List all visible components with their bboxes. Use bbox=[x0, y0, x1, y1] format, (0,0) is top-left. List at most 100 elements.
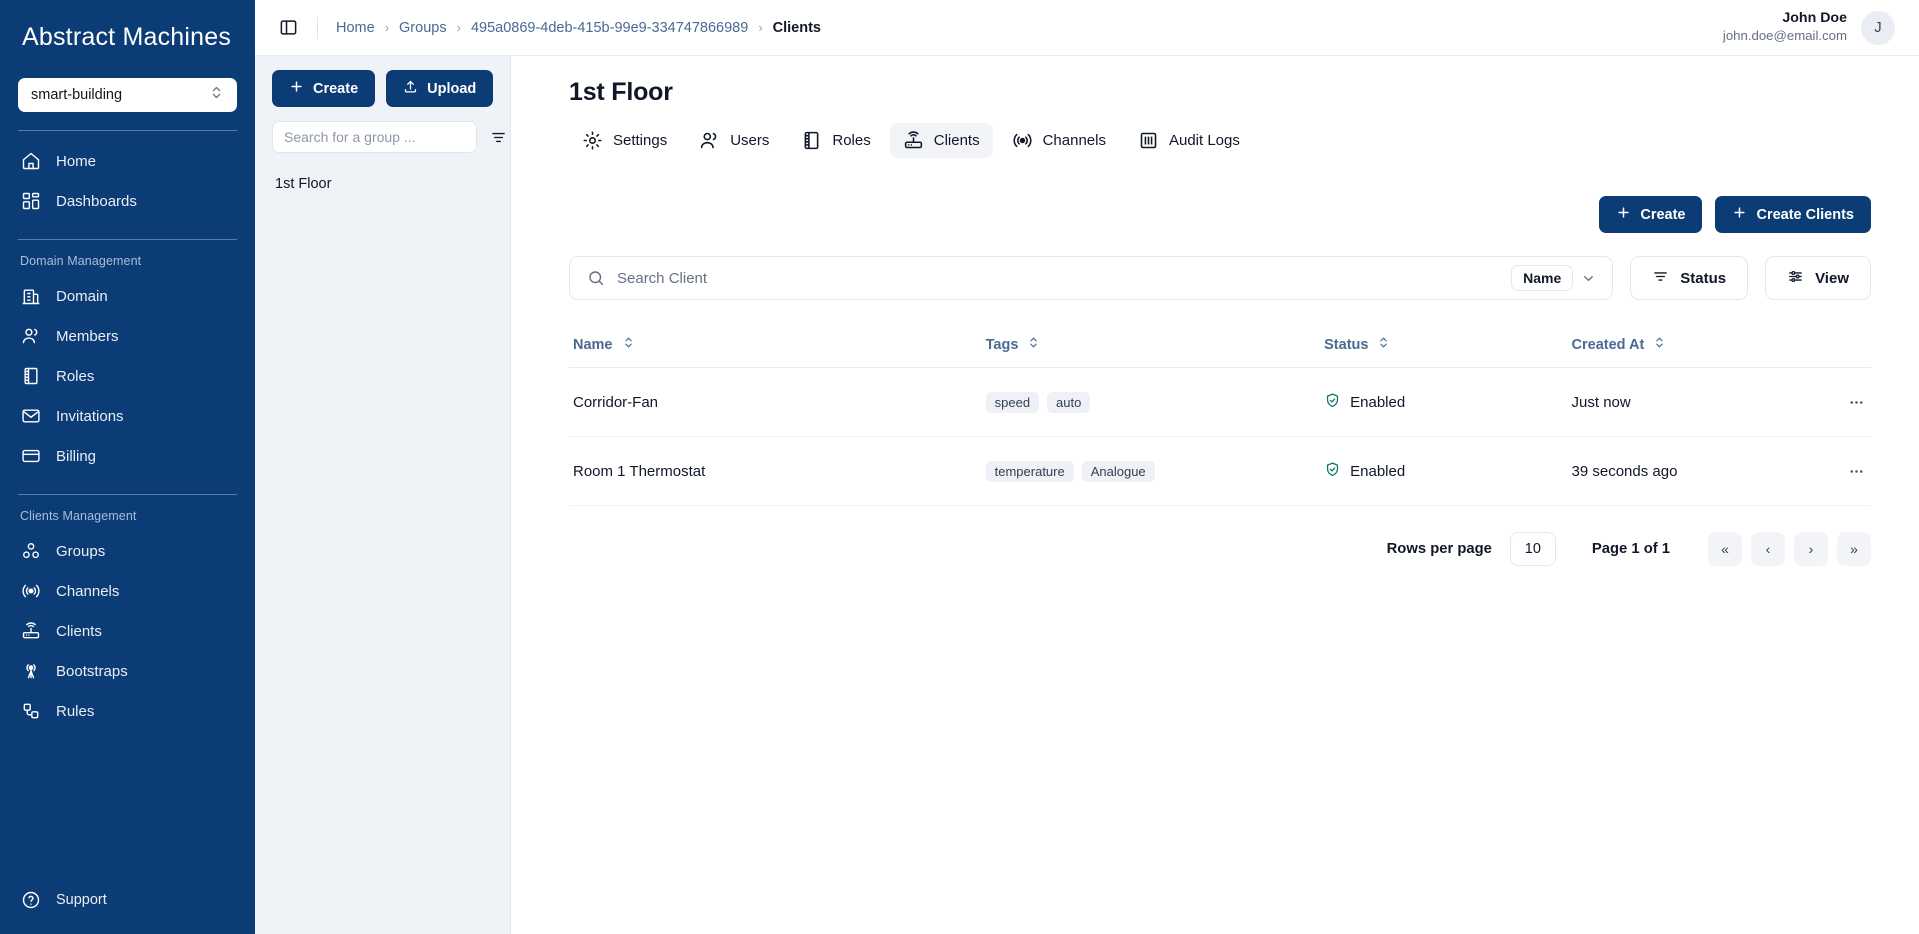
create-button[interactable]: Create bbox=[1599, 196, 1703, 233]
page-title: 1st Floor bbox=[569, 78, 673, 106]
sort-toggle-icon bbox=[622, 336, 635, 353]
cell-tags: temperature Analogue bbox=[985, 436, 1325, 506]
breadcrumb-item-home[interactable]: Home bbox=[336, 20, 375, 36]
cell-status: Enabled bbox=[1324, 436, 1572, 506]
breadcrumb: Home › Groups › 495a0869-4deb-415b-99e9-… bbox=[336, 20, 821, 36]
tag-chip: temperature bbox=[985, 460, 1074, 482]
create-group-button-label: Create bbox=[313, 80, 359, 97]
sidebar-item-roles[interactable]: Roles bbox=[0, 356, 255, 396]
sidebar-divider bbox=[18, 494, 237, 495]
body-row: Create Upload 1st Floor bbox=[255, 56, 1919, 934]
upload-group-button-label: Upload bbox=[427, 80, 477, 97]
domain-selector[interactable]: smart-building bbox=[18, 78, 237, 112]
sort-toggle-icon bbox=[1377, 336, 1390, 353]
create-group-button[interactable]: Create bbox=[272, 70, 376, 107]
broadcast-icon bbox=[1012, 130, 1033, 151]
group-tree: 1st Floor bbox=[272, 171, 493, 197]
sidebar-domain-nav: Domain Members Roles Invitations Billing bbox=[0, 276, 255, 476]
view-options-button[interactable]: View bbox=[1765, 256, 1871, 300]
user-menu[interactable]: John Doe john.doe@email.com J bbox=[1722, 10, 1895, 45]
user-email: john.doe@email.com bbox=[1722, 28, 1847, 44]
sort-toggle-icon bbox=[1027, 336, 1040, 353]
column-header-actions bbox=[1792, 324, 1871, 368]
previous-page-button[interactable]: ‹ bbox=[1751, 532, 1785, 566]
table-row[interactable]: Corridor-Fan speed auto Enabled Just now bbox=[569, 367, 1871, 437]
sidebar-item-label: Members bbox=[56, 327, 119, 345]
sidebar-item-support[interactable]: Support bbox=[0, 880, 255, 920]
more-horizontal-icon[interactable] bbox=[1841, 456, 1871, 486]
sidebar-item-label: Groups bbox=[56, 542, 106, 560]
router-icon bbox=[20, 620, 42, 642]
view-options-label: View bbox=[1815, 269, 1849, 287]
page-info: Page 1 of 1 bbox=[1591, 541, 1670, 557]
breadcrumb-item-groups[interactable]: Groups bbox=[399, 20, 447, 36]
sidebar-item-channels[interactable]: Channels bbox=[0, 571, 255, 611]
tab-audit-logs[interactable]: Audit Logs bbox=[1125, 123, 1253, 158]
rules-icon bbox=[20, 700, 42, 722]
logs-icon bbox=[1138, 130, 1159, 151]
search-field-chip[interactable]: Name bbox=[1511, 265, 1574, 291]
sidebar-item-home[interactable]: Home bbox=[0, 141, 255, 181]
more-horizontal-icon[interactable] bbox=[1841, 387, 1871, 417]
tab-settings[interactable]: Settings bbox=[569, 123, 680, 158]
plus-icon bbox=[289, 79, 304, 98]
column-header-created-at[interactable]: Created At bbox=[1571, 324, 1793, 368]
sidebar-item-label: Billing bbox=[56, 447, 97, 465]
credit-card-icon bbox=[20, 445, 42, 467]
table-row[interactable]: Room 1 Thermostat temperature Analogue E… bbox=[569, 436, 1871, 506]
antenna-icon bbox=[20, 660, 42, 682]
sidebar-divider bbox=[18, 239, 237, 240]
cell-actions bbox=[1792, 436, 1871, 506]
chevron-down-icon[interactable] bbox=[1573, 263, 1603, 293]
question-circle-icon bbox=[20, 889, 42, 911]
sidebar-item-domain[interactable]: Domain bbox=[0, 276, 255, 316]
plus-icon bbox=[1732, 205, 1747, 224]
users-icon bbox=[20, 325, 42, 347]
tab-label: Settings bbox=[613, 132, 668, 149]
book-icon bbox=[20, 365, 42, 387]
avatar[interactable]: J bbox=[1861, 10, 1895, 45]
table-header-row: Name Tags Status Created At bbox=[569, 324, 1871, 368]
sidebar-item-billing[interactable]: Billing bbox=[0, 436, 255, 476]
group-tree-item[interactable]: 1st Floor bbox=[272, 171, 493, 197]
sidebar-item-label: Bootstraps bbox=[56, 662, 128, 680]
status-filter-label: Status bbox=[1680, 269, 1727, 287]
first-page-button[interactable]: « bbox=[1708, 532, 1742, 566]
sidebar-item-groups[interactable]: Groups bbox=[0, 531, 255, 571]
tab-users[interactable]: Users bbox=[686, 123, 782, 158]
upload-group-button[interactable]: Upload bbox=[386, 70, 494, 107]
sidebar-item-rules[interactable]: Rules bbox=[0, 691, 255, 731]
column-header-tags[interactable]: Tags bbox=[985, 324, 1325, 368]
sidebar-item-dashboards[interactable]: Dashboards bbox=[0, 181, 255, 221]
tab-channels[interactable]: Channels bbox=[999, 123, 1119, 158]
sidebar-item-invitations[interactable]: Invitations bbox=[0, 396, 255, 436]
sidebar-item-clients[interactable]: Clients bbox=[0, 611, 255, 651]
pager-buttons: « ‹ › » bbox=[1708, 532, 1871, 566]
sidebar-item-label: Channels bbox=[56, 582, 120, 600]
breadcrumb-item-group-id[interactable]: 495a0869-4deb-415b-99e9-334747866989 bbox=[471, 20, 748, 36]
sidebar-toggle-icon[interactable] bbox=[273, 13, 303, 43]
group-search-input[interactable] bbox=[272, 121, 477, 153]
status-filter-button[interactable]: Status bbox=[1630, 256, 1749, 300]
create-clients-button[interactable]: Create Clients bbox=[1715, 196, 1871, 233]
sidebar-item-members[interactable]: Members bbox=[0, 316, 255, 356]
tab-roles[interactable]: Roles bbox=[788, 123, 883, 158]
sidebar-item-label: Dashboards bbox=[56, 192, 137, 210]
dashboards-icon bbox=[20, 190, 42, 212]
last-page-button[interactable]: » bbox=[1837, 532, 1871, 566]
search-input[interactable] bbox=[605, 269, 1512, 287]
tab-label: Channels bbox=[1042, 132, 1106, 149]
tab-clients[interactable]: Clients bbox=[889, 123, 993, 158]
table-head: Name Tags Status Created At bbox=[569, 324, 1871, 368]
rows-per-page-select[interactable]: 10 bbox=[1509, 532, 1556, 566]
cell-actions bbox=[1792, 367, 1871, 437]
sidebar-item-bootstraps[interactable]: Bootstraps bbox=[0, 651, 255, 691]
next-page-button[interactable]: › bbox=[1794, 532, 1828, 566]
upload-icon bbox=[403, 79, 418, 98]
filter-icon[interactable] bbox=[485, 124, 511, 150]
book-icon bbox=[801, 130, 822, 151]
column-header-name[interactable]: Name bbox=[569, 324, 986, 368]
tab-label: Audit Logs bbox=[1168, 132, 1240, 149]
sidebar-section-title-domain: Domain Management bbox=[20, 254, 142, 268]
column-header-status[interactable]: Status bbox=[1324, 324, 1572, 368]
